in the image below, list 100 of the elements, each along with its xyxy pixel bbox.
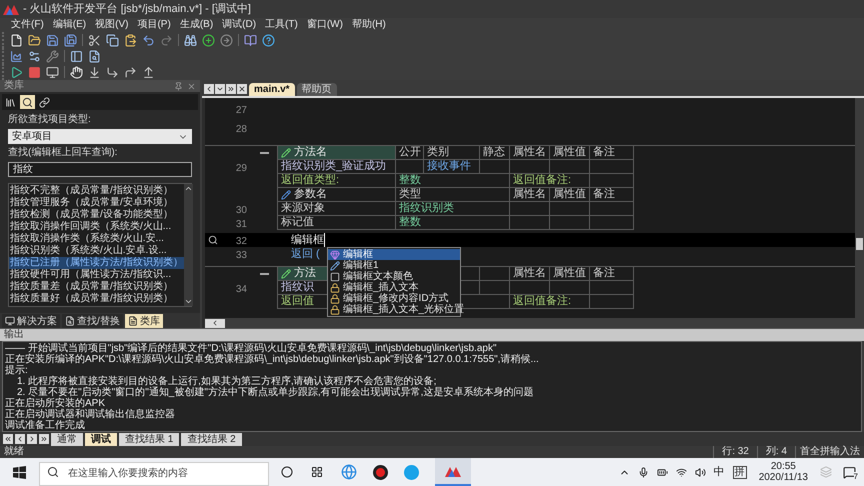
copy-icon[interactable] [106,34,119,46]
windows-logo-icon[interactable] [13,466,26,478]
run-to-icon[interactable] [142,66,155,78]
menu-item[interactable]: 编辑(E) [50,18,90,32]
ime-indicator[interactable]: 拼 [732,466,747,478]
menu-item[interactable]: 视图(V) [92,18,132,32]
dropdown-icon [216,85,224,93]
editor-tab[interactable]: 帮助页 [296,83,337,96]
result-item[interactable]: 指纹识别类（系统类/火山.安卓.设... [9,245,184,257]
chevron-down-icon[interactable] [184,297,193,306]
autocomplete-item[interactable]: 编辑框_插入文本 [328,282,460,293]
notification-button[interactable]: 7 [840,463,858,481]
line-number: 32 [236,236,247,247]
scrollbar-thumb[interactable] [856,238,863,250]
book-icon[interactable] [244,34,257,46]
menu-item[interactable]: 调试(D) [219,18,260,32]
paste-icon[interactable] [124,34,137,46]
editor-tab[interactable]: main.v* [249,83,295,96]
link-tab[interactable] [37,95,52,109]
menu-item[interactable]: 窗口(W) [304,18,346,32]
autocomplete-item[interactable]: 编辑框 [328,249,460,260]
stop-icon[interactable] [28,66,41,78]
fold-marker[interactable] [260,152,268,154]
close-button[interactable] [237,84,247,94]
search-tab[interactable] [20,95,35,109]
panel-tab[interactable]: 查找/替换 [62,314,123,328]
arrow-right-icon[interactable] [220,34,233,46]
open-folder-icon[interactable] [28,34,41,46]
file-search-icon[interactable] [88,50,101,62]
binoculars-icon[interactable] [184,34,197,46]
table-cell [480,267,510,281]
chart-icon[interactable] [10,50,23,62]
table-cell: 属性名 [510,188,550,202]
pencil-icon [281,190,291,200]
output-tab[interactable]: 查找结果 2 [181,433,242,446]
fold-marker[interactable] [260,273,268,275]
result-item[interactable]: 指纹质量差（成员常量/指纹识别类） [9,281,184,293]
new-file-icon[interactable] [10,34,23,46]
pin-icon[interactable] [174,82,183,90]
taskbar-search-field[interactable]: 在这里输入你要搜索的内容 [39,462,269,486]
record-icon[interactable] [373,464,388,480]
panel-tab[interactable]: 类库 [124,314,163,328]
menu-item[interactable]: 项目(P) [134,18,174,32]
task-view-icon[interactable] [311,466,323,478]
result-item[interactable]: 指纹不完整（成员常量/指纹识别类） [9,185,184,197]
step-over-icon[interactable] [106,66,119,78]
step-into-icon[interactable] [88,66,101,78]
active-app-button[interactable] [435,458,471,486]
chevron-up-icon[interactable] [184,184,193,193]
first-page-button[interactable] [3,434,13,444]
scroll-left-button[interactable] [205,318,225,328]
result-item[interactable]: 指纹管理服务（成员常量/安卓环境） [9,197,184,209]
result-item[interactable]: 指纹硬件可用（属性读方法/指纹识... [9,269,184,281]
scroll-end-button[interactable] [226,84,236,94]
clock[interactable]: 20:55 2020/11/13 [754,461,812,483]
settings-icon[interactable] [28,50,41,62]
microphone-icon[interactable] [638,466,649,478]
code-area[interactable] [202,98,855,328]
save-all-icon[interactable] [64,34,77,46]
battery-icon[interactable] [656,466,668,478]
input-mode[interactable]: 中 [714,464,725,480]
menu-item[interactable]: 文件(F) [8,18,47,32]
close-icon[interactable] [187,82,196,90]
search-field[interactable]: 指纹 [8,162,192,177]
table-cell: 属性名 [510,267,550,281]
output-tab[interactable]: 查找结果 1 [119,433,180,446]
output-tab[interactable]: 调试 [85,433,117,446]
circle-icon[interactable] [281,466,293,478]
menu-item[interactable]: 工具(T) [262,18,301,32]
type-select[interactable]: 安卓项目 [8,129,192,144]
wrench-icon[interactable] [46,50,59,62]
monitor-icon[interactable] [46,66,59,78]
menu-item[interactable]: 生成(B) [176,18,216,32]
redo-icon[interactable] [160,34,173,46]
result-item[interactable]: 指纹检测（成员常量/设备功能类型） [9,209,184,221]
output-line: 2. 尽量不要在"启动类"窗口的"通知_被创建"方法中下断点或单步跟踪,有可能会出现调试异常,这是安卓系统本身的问题 [16,387,534,398]
result-item[interactable]: 指纹质量好（成员常量/指纹识别类） [9,293,184,305]
last-page-button[interactable] [39,434,49,444]
result-item[interactable]: 指纹取消操作类（系统类/火山.安... [9,233,184,245]
menu-item[interactable]: 帮助(H) [348,18,389,32]
step-out-icon[interactable] [124,66,137,78]
result-item[interactable]: 指纹取消操作回调类（系统类/火山... [9,221,184,233]
scrollbar[interactable] [184,184,193,306]
wifi-icon[interactable] [676,466,687,478]
plus-circle-icon[interactable] [202,34,215,46]
pencil-icon [330,260,340,270]
globe-icon[interactable] [341,464,357,480]
output-tab[interactable]: 通常 [51,433,83,446]
save-icon[interactable] [46,34,59,46]
result-item[interactable]: 指纹已注册（属性读方法/指纹识别类） [9,257,184,269]
help-icon[interactable] [262,34,275,46]
undo-icon[interactable] [142,34,155,46]
play-icon[interactable] [10,66,23,78]
volume-icon[interactable] [694,466,706,478]
horizontal-scrollbar[interactable] [205,318,855,328]
hand-icon[interactable] [70,66,83,78]
cut-icon[interactable] [88,34,101,46]
autocomplete-item[interactable]: 编辑框_修改内容ID方式 [328,293,460,304]
panel-tab[interactable]: 解决方案 [2,314,60,328]
panel-icon[interactable] [70,50,83,62]
